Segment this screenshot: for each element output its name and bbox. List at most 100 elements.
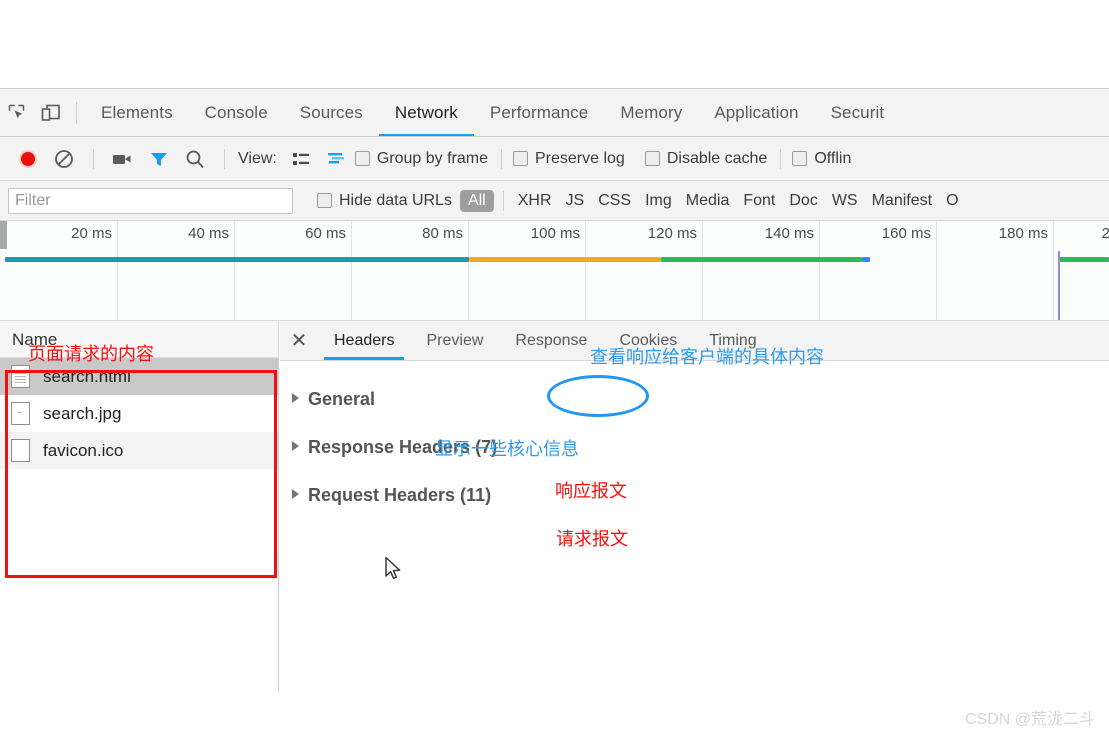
generic-file-icon [11,439,30,462]
view-label: View: [238,149,277,167]
tab-performance[interactable]: Performance [474,89,604,136]
document-icon [11,365,30,388]
network-toolbar: View: Group by frame Preserve log Disabl… [0,137,1109,181]
request-row-search-jpg[interactable]: search.jpg [0,395,278,432]
timeline-gridline [117,221,118,320]
annotation-response-message: 响应报文 [555,481,627,501]
detail-tab-preview[interactable]: Preview [410,321,499,360]
filter-type-doc[interactable]: Doc [782,192,824,210]
waterfall-bar-second [1060,257,1109,262]
timeline-tick-label: 80 ms [422,225,463,242]
browser-page-area [0,0,1109,88]
group-by-frame-label: Group by frame [376,149,488,167]
timeline-gridline [351,221,352,320]
tab-console[interactable]: Console [189,89,284,136]
filter-type-img[interactable]: Img [638,192,679,210]
request-name: search.html [43,366,131,386]
timeline-gridline [234,221,235,320]
timeline-gridline [468,221,469,320]
filter-type-font[interactable]: Font [736,192,782,210]
device-toolbar-icon[interactable] [34,98,68,128]
timeline-tick-label: 40 ms [188,225,229,242]
inspect-element-icon[interactable] [0,98,34,128]
detail-tab-response[interactable]: Response [499,321,603,360]
filter-type-media[interactable]: Media [679,192,737,210]
timeline-gridline [819,221,820,320]
checkbox-box [317,193,332,208]
filter-type-ws[interactable]: WS [825,192,865,210]
annotation-view-response-body: 查看响应给客户端的具体内容 [590,347,824,367]
mouse-cursor-icon [385,556,401,580]
filter-input[interactable]: Filter [8,187,293,214]
screenshot-root: Elements Console Sources Network Perform… [0,0,1109,737]
filter-type-xhr[interactable]: XHR [511,192,559,210]
offline-label: Offlin [814,149,852,167]
devtools-panel: Elements Console Sources Network Perform… [0,88,1109,737]
toolbar-divider-1 [93,148,94,169]
hide-data-urls-checkbox[interactable]: Hide data URLs [317,192,452,210]
filter-type-js[interactable]: JS [559,192,592,210]
tabstrip-divider [76,101,77,124]
timeline-tick-label: 140 ms [764,225,814,242]
detail-tab-headers[interactable]: Headers [318,321,410,360]
clear-no-entry-icon[interactable] [46,144,82,174]
hide-data-urls-label: Hide data URLs [339,191,452,209]
filter-type-manifest[interactable]: Manifest [865,192,939,210]
tab-application[interactable]: Application [698,89,814,136]
filter-type-css[interactable]: CSS [591,192,638,210]
request-list-pane: Name search.html search.jpg favicon.ico [0,321,279,692]
tab-sources[interactable]: Sources [284,89,379,136]
timeline-tick-label: 120 ms [647,225,697,242]
waterfall-bar-ico [661,257,862,262]
checkbox-box [513,151,528,166]
chevron-right-icon [292,441,299,451]
filter-type-all[interactable]: All [459,189,494,212]
network-timeline-overview[interactable]: 20 ms 40 ms 60 ms 80 ms 100 ms 120 ms 14… [0,221,1109,321]
timeline-tick-label: 180 ms [998,225,1048,242]
timeline-tick-label: 60 ms [305,225,346,242]
request-name: favicon.ico [43,440,124,460]
section-request-headers[interactable]: Request Headers (11) [292,485,491,506]
preserve-log-checkbox[interactable]: Preserve log [513,150,625,168]
chevron-right-icon [292,393,299,403]
filter-type-other[interactable]: O [939,192,965,210]
tab-security[interactable]: Securit [815,89,901,136]
camera-icon[interactable] [105,144,141,174]
preserve-log-label: Preserve log [535,149,625,167]
search-icon[interactable] [177,144,213,174]
section-label: Request Headers (11) [308,485,492,505]
csdn-watermark: CSDN @荒泷二斗 [964,711,1095,728]
toolbar-divider-4 [780,148,782,169]
devtools-tabstrip: Elements Console Sources Network Perform… [0,88,1109,137]
funnel-icon[interactable] [141,144,177,174]
checkbox-box [644,151,660,166]
checkbox-box [354,151,370,166]
request-row-favicon-ico[interactable]: favicon.ico [0,432,278,469]
section-general[interactable]: General [292,389,375,410]
offline-checkbox[interactable]: Offlin [792,150,851,168]
disable-cache-checkbox[interactable]: Disable cache [644,149,768,168]
tab-network[interactable]: Network [378,89,474,136]
waterfall-bar-end-tick [862,257,870,262]
filter-divider [502,190,504,211]
annotation-core-info: 显示一些核心信息 [435,439,579,459]
timeline-left-handle[interactable] [0,221,7,249]
disable-cache-label: Disable cache [666,149,768,167]
chevron-right-icon [292,489,299,499]
close-x-icon[interactable]: ✕ [280,322,318,360]
record-circle-icon[interactable] [10,144,46,174]
waterfall-view-icon[interactable] [319,144,355,174]
request-detail-pane: ✕ Headers Preview Response Cookies Timin… [280,321,1109,692]
toolbar-divider-3 [501,148,502,169]
image-file-icon [11,402,30,425]
tab-elements[interactable]: Elements [85,89,189,136]
annotation-request-message: 请求报文 [556,529,628,549]
group-by-frame-checkbox[interactable]: Group by frame [354,149,488,168]
tab-memory[interactable]: Memory [604,89,698,136]
network-lower-split: Name search.html search.jpg favicon.ico [0,321,1109,692]
timeline-gridline [585,221,586,320]
checkbox-box [792,151,808,166]
toolbar-divider-2 [224,148,225,169]
timeline-tick-label: 100 ms [530,225,580,242]
list-view-icon[interactable] [283,144,319,174]
